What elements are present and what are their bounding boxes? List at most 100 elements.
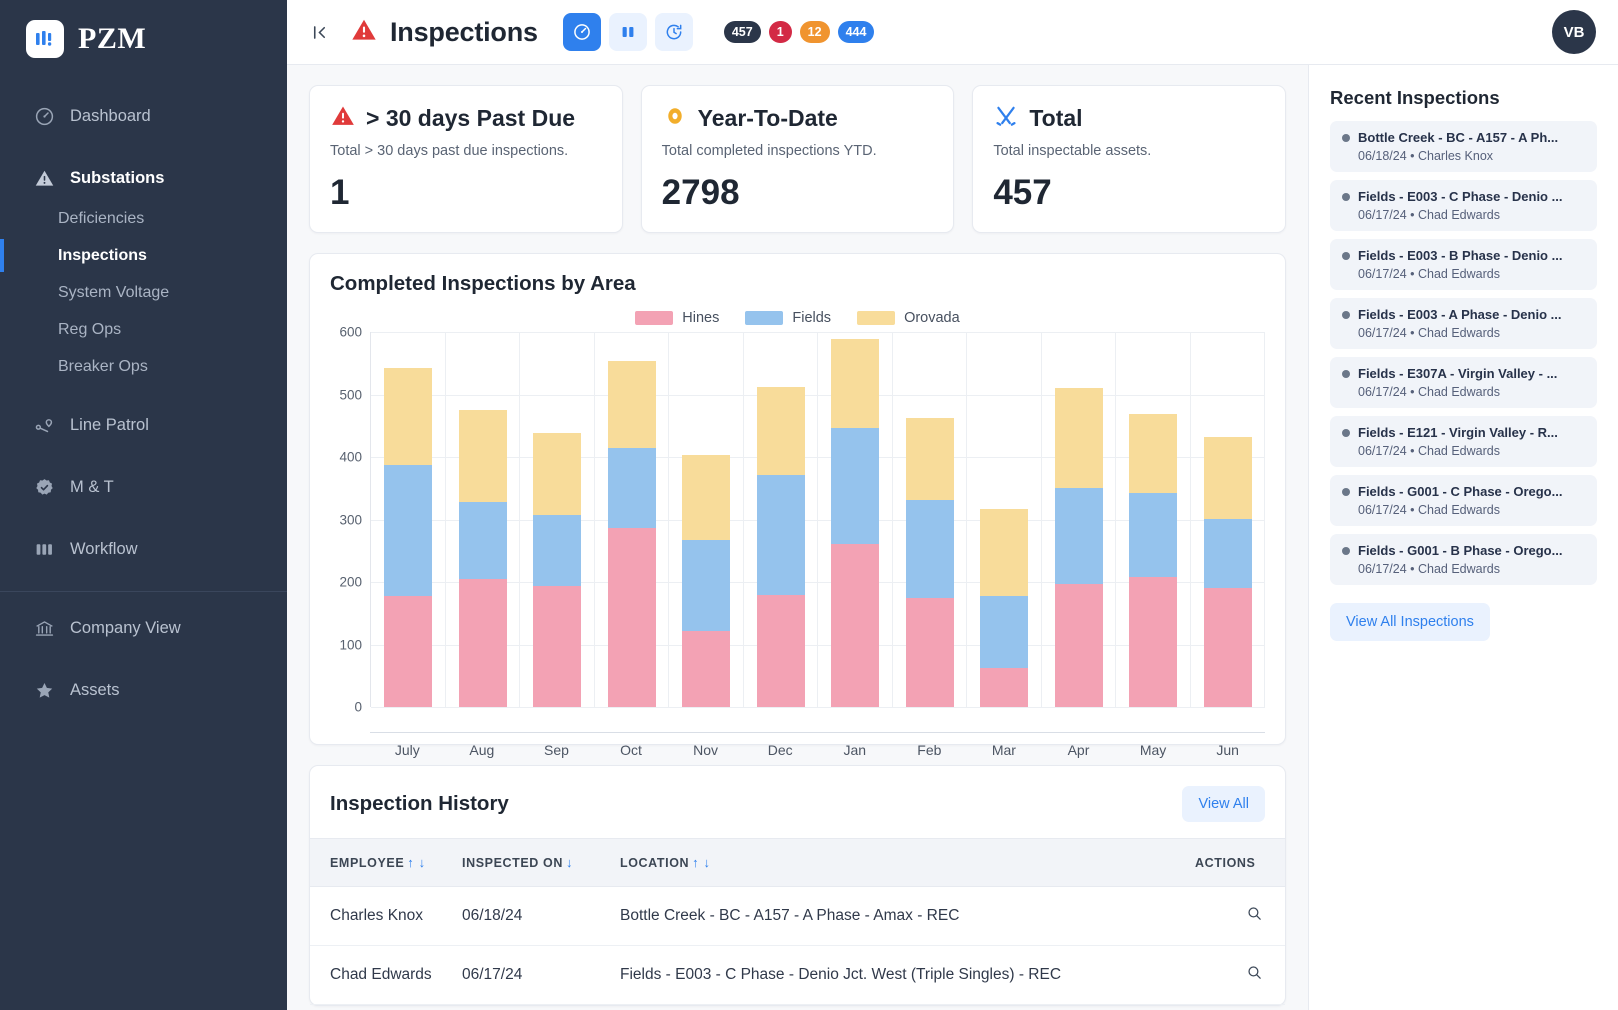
list-item[interactable]: Fields - G001 - C Phase - Orego... 06/17/… xyxy=(1330,475,1597,526)
bar-segment-hines[interactable] xyxy=(682,631,731,707)
bar-segment-hines[interactable] xyxy=(980,668,1029,707)
tab-columns-view[interactable] xyxy=(608,13,647,51)
cell-actions[interactable] xyxy=(1195,886,1285,946)
legend-item[interactable]: Orovada xyxy=(857,310,960,326)
column-header-inspected-on[interactable]: INSPECTED ON ↓ xyxy=(462,838,620,887)
bar-segment-fields[interactable] xyxy=(682,539,731,632)
sidebar-item-inspections[interactable]: Inspections xyxy=(0,237,287,274)
sidebar-item-assets[interactable]: Assets xyxy=(0,668,287,712)
bar-segment-hines[interactable] xyxy=(384,595,433,707)
bar-segment-fields[interactable] xyxy=(384,465,433,596)
bar-segment-hines[interactable] xyxy=(458,578,507,707)
bar-segment-orovada[interactable] xyxy=(384,367,433,466)
legend-item[interactable]: Hines xyxy=(635,310,719,326)
bar-segment-orovada[interactable] xyxy=(458,410,507,502)
sidebar-item-deficiencies[interactable]: Deficiencies xyxy=(0,200,287,237)
table-row[interactable]: Chad Edwards 06/17/24 Fields - E003 - C Ph… xyxy=(310,945,1285,1005)
sidebar-item-reg-ops[interactable]: Reg Ops xyxy=(0,311,287,348)
stacked-bar[interactable] xyxy=(1203,437,1252,707)
bar-segment-fields[interactable] xyxy=(756,475,805,596)
bar-slot[interactable] xyxy=(669,332,744,707)
list-item[interactable]: Fields - G001 - B Phase - Orego... 06/17/… xyxy=(1330,534,1597,585)
avatar[interactable]: VB xyxy=(1552,10,1596,54)
column-header-location[interactable]: LOCATION ↑ ↓ xyxy=(620,838,1195,887)
bar-segment-orovada[interactable] xyxy=(1203,437,1252,519)
sort-arrows-icon[interactable]: ↑ ↓ xyxy=(692,855,710,870)
bar-segment-fields[interactable] xyxy=(607,448,656,529)
search-icon[interactable] xyxy=(1246,966,1263,985)
bar-segment-orovada[interactable] xyxy=(1129,413,1178,493)
bar-segment-hines[interactable] xyxy=(1129,577,1178,707)
tab-history-view[interactable] xyxy=(654,13,693,51)
stacked-bar[interactable] xyxy=(905,418,954,707)
list-item[interactable]: Fields - E003 - C Phase - Denio ... 06/17… xyxy=(1330,180,1597,231)
bar-segment-hines[interactable] xyxy=(905,598,954,707)
bar-segment-orovada[interactable] xyxy=(831,338,880,429)
bar-slot[interactable] xyxy=(893,332,967,707)
bar-segment-fields[interactable] xyxy=(1054,487,1103,584)
bar-slot[interactable] xyxy=(1191,332,1265,707)
bar-segment-fields[interactable] xyxy=(905,500,954,599)
sort-arrow-down-icon[interactable]: ↓ xyxy=(566,855,573,870)
column-header-employee[interactable]: EMPLOYEE ↑ ↓ xyxy=(310,838,462,887)
sidebar-item-system-voltage[interactable]: System Voltage xyxy=(0,274,287,311)
bar-segment-orovada[interactable] xyxy=(905,418,954,501)
table-row[interactable]: Charles Knox 06/18/24 Bottle Creek - BC - … xyxy=(310,886,1285,946)
stacked-bar[interactable] xyxy=(607,361,656,707)
view-all-button[interactable]: View All xyxy=(1182,786,1265,822)
bar-segment-orovada[interactable] xyxy=(607,361,656,449)
sidebar-item-m-and-t[interactable]: M & T xyxy=(0,465,287,509)
sidebar-item-company-view[interactable]: Company View xyxy=(0,606,287,650)
sort-arrows-icon[interactable]: ↑ ↓ xyxy=(407,855,425,870)
status-badge[interactable]: 457 xyxy=(723,21,761,43)
stacked-bar[interactable] xyxy=(384,367,433,707)
bar-segment-orovada[interactable] xyxy=(533,432,582,516)
sidebar-item-workflow[interactable]: Workflow xyxy=(0,527,287,571)
bar-segment-fields[interactable] xyxy=(458,502,507,579)
list-item[interactable]: Fields - E121 - Virgin Valley - R... 06/1… xyxy=(1330,416,1597,467)
bar-slot[interactable] xyxy=(595,332,669,707)
view-all-inspections-button[interactable]: View All Inspections xyxy=(1330,603,1490,641)
sidebar-item-substations[interactable]: Substations xyxy=(0,156,287,200)
stacked-bar[interactable] xyxy=(1129,413,1178,707)
status-badge[interactable]: 1 xyxy=(768,21,792,43)
stacked-bar[interactable] xyxy=(1054,387,1103,707)
cell-actions[interactable] xyxy=(1195,945,1285,1005)
bar-segment-fields[interactable] xyxy=(980,595,1029,669)
bar-segment-orovada[interactable] xyxy=(980,508,1029,596)
bar-slot[interactable] xyxy=(818,332,893,707)
bar-segment-orovada[interactable] xyxy=(682,455,731,540)
bar-slot[interactable] xyxy=(371,332,446,707)
sidebar-item-dashboard[interactable]: Dashboard xyxy=(0,94,287,138)
bar-slot[interactable] xyxy=(967,332,1042,707)
bar-segment-hines[interactable] xyxy=(1203,588,1252,707)
status-badge[interactable]: 12 xyxy=(799,21,830,43)
bar-segment-fields[interactable] xyxy=(1129,492,1178,577)
collapse-sidebar-icon[interactable] xyxy=(307,20,331,44)
bar-segment-hines[interactable] xyxy=(831,543,880,707)
bar-slot[interactable] xyxy=(1042,332,1116,707)
bar-segment-orovada[interactable] xyxy=(756,387,805,476)
tab-gauge-view[interactable] xyxy=(562,13,601,51)
bar-slot[interactable] xyxy=(1116,332,1191,707)
bar-segment-fields[interactable] xyxy=(533,515,582,587)
stacked-bar[interactable] xyxy=(831,338,880,707)
sidebar-item-line-patrol[interactable]: Line Patrol xyxy=(0,403,287,447)
status-badge[interactable]: 444 xyxy=(837,21,875,43)
bar-slot[interactable] xyxy=(744,332,818,707)
legend-item[interactable]: Fields xyxy=(745,310,831,326)
list-item[interactable]: Fields - E307A - Virgin Valley - ... 06/1… xyxy=(1330,357,1597,408)
stacked-bar[interactable] xyxy=(980,508,1029,707)
search-icon[interactable] xyxy=(1246,907,1263,926)
sidebar-item-breaker-ops[interactable]: Breaker Ops xyxy=(0,348,287,385)
stacked-bar[interactable] xyxy=(756,387,805,707)
list-item[interactable]: Fields - E003 - A Phase - Denio ... 06/17… xyxy=(1330,298,1597,349)
brand[interactable]: PZM xyxy=(0,0,287,80)
bar-segment-fields[interactable] xyxy=(1203,518,1252,589)
bar-segment-hines[interactable] xyxy=(756,595,805,707)
stacked-bar[interactable] xyxy=(533,432,582,707)
list-item[interactable]: Bottle Creek - BC - A157 - A Ph... 06/18/… xyxy=(1330,121,1597,172)
bar-segment-hines[interactable] xyxy=(1054,583,1103,707)
list-item[interactable]: Fields - E003 - B Phase - Denio ... 06/17… xyxy=(1330,239,1597,290)
stacked-bar[interactable] xyxy=(682,455,731,707)
